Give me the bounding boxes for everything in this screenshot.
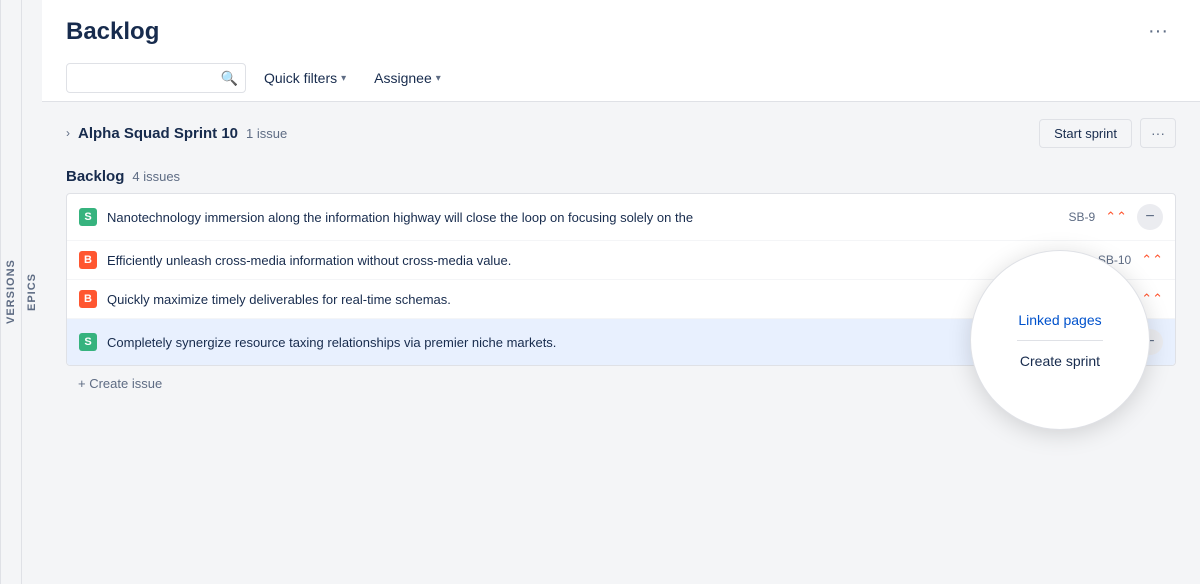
issue-summary: Efficiently unleash cross-media informat… <box>107 253 1076 268</box>
header-more-button[interactable]: ··· <box>1140 16 1176 47</box>
sprint-name: Alpha Squad Sprint 10 <box>78 125 238 142</box>
issue-summary: Quickly maximize timely deliverables for… <box>107 292 1076 307</box>
sprint-header-left: › Alpha Squad Sprint 10 1 issue <box>66 125 287 142</box>
search-input[interactable] <box>66 63 246 93</box>
context-menu-create-sprint[interactable]: Create sprint <box>1008 349 1112 373</box>
left-sidebars: VERSIONS EPICS <box>0 0 42 584</box>
search-icon-button[interactable]: 🔍 <box>221 70 238 87</box>
sidebar-epics[interactable]: EPICS <box>21 0 42 584</box>
backlog-header-left: Backlog 4 issues <box>66 168 180 185</box>
toolbar: 🔍 Quick filters ▾ Assignee ▾ <box>42 55 1200 102</box>
backlog-header: Backlog 4 issues <box>66 168 1176 185</box>
assignee-filter-button[interactable]: Assignee ▾ <box>364 64 451 92</box>
bug-icon: B <box>79 290 97 308</box>
quick-filters-button[interactable]: Quick filters ▾ <box>254 64 356 92</box>
context-menu-divider <box>1017 340 1103 341</box>
issue-action-button[interactable]: − <box>1137 204 1163 230</box>
start-sprint-button[interactable]: Start sprint <box>1039 119 1132 148</box>
backlog-issue-count: 4 issues <box>132 169 180 184</box>
issue-summary: Completely synergize resource taxing rel… <box>107 335 1040 350</box>
sidebar-versions[interactable]: VERSIONS <box>0 0 21 584</box>
header: Backlog ··· <box>42 0 1200 55</box>
assignee-label: Assignee <box>374 70 432 86</box>
quick-filters-chevron-icon: ▾ <box>341 73 346 84</box>
context-menu-linked-pages[interactable]: Linked pages <box>1006 308 1113 332</box>
backlog-title: Backlog <box>66 168 124 185</box>
quick-filters-label: Quick filters <box>264 70 337 86</box>
sprint-header: › Alpha Squad Sprint 10 1 issue Start sp… <box>66 118 1176 148</box>
table-row[interactable]: S Nanotechnology immersion along the info… <box>67 194 1175 241</box>
priority-icon: ⌃⌃ <box>1105 209 1127 225</box>
context-menu: Linked pages Create sprint <box>970 250 1150 430</box>
search-wrapper: 🔍 <box>66 63 246 93</box>
sprint-header-right: Start sprint ··· <box>1039 118 1176 148</box>
priority-icon: ⌃⌃ <box>1141 252 1163 268</box>
priority-icon: ⌃⌃ <box>1141 291 1163 307</box>
story-icon: S <box>79 208 97 226</box>
page-title: Backlog <box>66 18 159 46</box>
assignee-chevron-icon: ▾ <box>436 73 441 84</box>
sprint-chevron-icon[interactable]: › <box>66 126 70 140</box>
issue-id: SB-9 <box>1050 210 1095 224</box>
sprint-more-button[interactable]: ··· <box>1140 118 1176 148</box>
issue-summary: Nanotechnology immersion along the infor… <box>107 210 1040 225</box>
context-menu-inner: Linked pages Create sprint <box>1006 308 1113 373</box>
bug-icon: B <box>79 251 97 269</box>
sprint-section: › Alpha Squad Sprint 10 1 issue Start sp… <box>66 118 1176 148</box>
story-icon: S <box>79 333 97 351</box>
sprint-issue-count: 1 issue <box>246 126 287 141</box>
app-container: VERSIONS EPICS Backlog ··· 🔍 Quick filte… <box>0 0 1200 584</box>
